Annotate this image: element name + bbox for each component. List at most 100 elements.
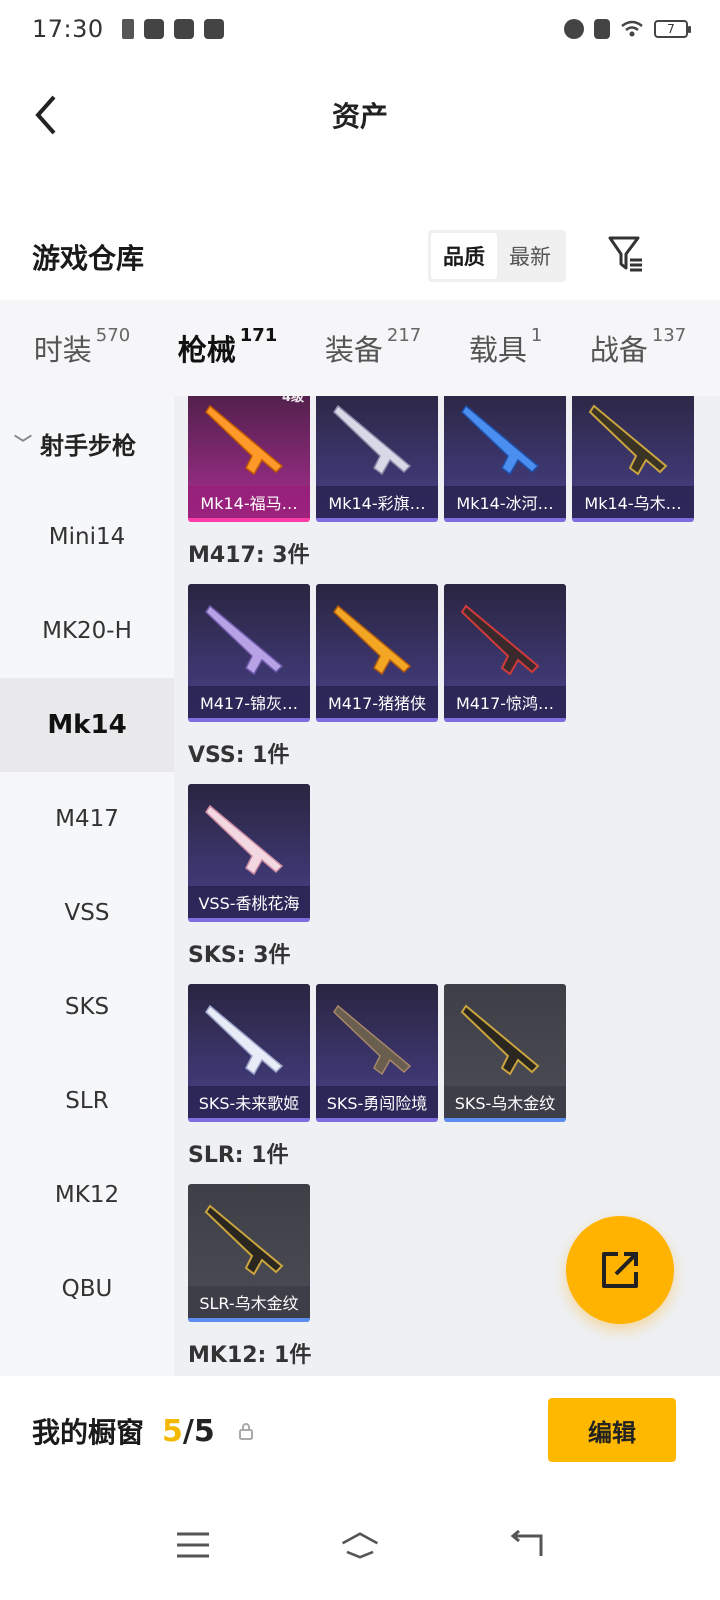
battery-icon: 7 [654, 20, 691, 38]
status-bar: 17:30 7 [0, 0, 720, 58]
share-fab-button[interactable] [566, 1216, 674, 1324]
filter-icon [608, 236, 642, 272]
item-card[interactable]: SKS-乌木金纹 [444, 984, 566, 1122]
menu-icon [177, 1532, 210, 1558]
rifle-icon [461, 404, 540, 476]
rifle-icon [204, 1204, 284, 1276]
tab-gear[interactable]: 战备 137 [589, 325, 687, 369]
tab-weapons[interactable]: 枪械 171 [177, 325, 278, 404]
rifle-icon [460, 604, 540, 676]
notification-icons [121, 19, 224, 39]
tab-equipment[interactable]: 装备 217 [324, 325, 422, 369]
sort-toggle: 品质 最新 [428, 230, 566, 282]
sort-quality-button[interactable]: 品质 [431, 233, 497, 279]
item-card[interactable]: VSS-香桃花海 [188, 784, 310, 922]
back-nav-button[interactable] [507, 1525, 547, 1565]
item-name: M417-猪猪侠 [316, 686, 438, 718]
subcategory-list: ﹀ 射手步枪 Mini14 MK20-H Mk14 M417 VSS SKS S… [0, 396, 174, 1376]
lock-icon [237, 1421, 255, 1441]
rifle-icon [333, 404, 412, 476]
rifle-icon [333, 1004, 412, 1076]
item-name: Mk14-福马… [188, 486, 310, 518]
tab-fashion[interactable]: 时装 570 [33, 325, 131, 369]
item-name: SKS-乌木金纹 [444, 1086, 566, 1118]
item-card[interactable]: Mk14-冰河… [444, 396, 566, 522]
warehouse-title: 游戏仓库 [32, 242, 145, 275]
subcategory-item[interactable]: VSS [0, 866, 174, 960]
item-card[interactable]: M417-惊鸿… [444, 584, 566, 722]
tab-label: 装备 [324, 333, 383, 367]
back-button[interactable] [26, 88, 66, 142]
item-card[interactable]: SKS-未来歌姬 [188, 984, 310, 1122]
chevron-left-icon [35, 95, 56, 135]
tab-label: 载具 [468, 333, 527, 367]
sks-grid: SKS-未来歌姬 SKS-勇闯险境 SKS-乌木金纹 [188, 984, 720, 1122]
subcategory-item[interactable]: Mini14 [0, 490, 174, 584]
subcategory-item[interactable]: MK12 [0, 1148, 174, 1242]
item-card[interactable]: SLR-乌木金纹 [188, 1184, 310, 1322]
alarm-icon [564, 19, 584, 39]
vss-grid: VSS-香桃花海 [188, 784, 720, 922]
menu-nav-button[interactable] [173, 1525, 213, 1565]
item-card[interactable]: Mk14-乌木… [572, 396, 694, 522]
subcategory-item[interactable]: M417 [0, 772, 174, 866]
section-label: SLR: 1件 [188, 1143, 289, 1168]
sort-newest-button[interactable]: 最新 [497, 233, 563, 279]
rifle-icon [588, 404, 668, 476]
tab-count: 171 [239, 325, 278, 346]
section-label: SKS: 3件 [188, 943, 291, 968]
item-name: SKS-勇闯险境 [316, 1086, 438, 1118]
item-name: Mk14-冰河… [444, 486, 566, 518]
home-icon [341, 1532, 379, 1559]
rifle-icon [205, 804, 284, 876]
subcategory-group-label: 射手步枪 [40, 431, 136, 460]
tab-count: 1 [530, 325, 543, 346]
item-card[interactable]: 4级 Mk14-福马… [188, 396, 310, 522]
section-label: VSS: 1件 [188, 743, 290, 768]
item-name: SLR-乌木金纹 [188, 1286, 310, 1318]
item-card[interactable]: M417-锦灰… [188, 584, 310, 722]
subcategory-group-header[interactable]: ﹀ 射手步枪 [0, 396, 174, 490]
edit-button[interactable]: 编辑 [548, 1398, 676, 1462]
item-card[interactable]: SKS-勇闯险境 [316, 984, 438, 1122]
item-name: M417-惊鸿… [444, 686, 566, 718]
tab-label: 枪械 [177, 333, 236, 367]
tab-label: 时装 [33, 333, 92, 367]
item-name: SKS-未来歌姬 [188, 1086, 310, 1118]
rifle-icon [205, 404, 284, 476]
subcategory-item[interactable]: MK20-H [0, 584, 174, 678]
subcategory-item-active[interactable]: Mk14 [0, 678, 174, 772]
m417-grid: M417-锦灰… M417-猪猪侠 M417-惊鸿… [188, 584, 720, 722]
chevron-down-icon: ﹀ [14, 434, 32, 455]
tab-vehicles[interactable]: 载具 1 [468, 325, 543, 369]
tab-count: 570 [95, 325, 131, 346]
warehouse-header: 游戏仓库 品质 最新 [0, 222, 720, 292]
filter-button[interactable] [604, 232, 648, 276]
section-label: MK12: 1件 [188, 1343, 312, 1368]
showcase-label: 我的橱窗 [32, 1416, 145, 1449]
subcategory-item[interactable]: SKS [0, 960, 174, 1054]
item-name: Mk14-乌木… [572, 486, 694, 518]
subcategory-item[interactable]: QBU [0, 1242, 174, 1336]
item-card[interactable]: M417-猪猪侠 [316, 584, 438, 722]
subcategory-item[interactable]: SLR [0, 1054, 174, 1148]
rifle-icon [205, 1004, 284, 1076]
item-card[interactable]: Mk14-彩旗… [316, 396, 438, 522]
app-icon [173, 19, 194, 39]
showcase-current: 5 [162, 1413, 183, 1449]
category-tabs: 时装 570 枪械 171 装备 217 载具 1 战备 137 [0, 300, 720, 404]
tab-label: 战备 [589, 333, 648, 367]
app-header: 资产 [0, 70, 720, 160]
tab-count: 217 [386, 325, 422, 346]
section-label: M417: 3件 [188, 543, 310, 568]
tab-count: 137 [651, 325, 687, 346]
status-time: 17:30 [32, 15, 104, 43]
system-icons: 7 [564, 19, 691, 39]
rifle-icon [205, 604, 284, 676]
battery-level: 7 [667, 22, 675, 36]
system-navigation [0, 1490, 720, 1600]
battery-saver-icon [121, 19, 134, 39]
home-nav-button[interactable] [340, 1525, 380, 1565]
page-title: 资产 [331, 100, 388, 133]
showcase-bar: 我的橱窗 5 / 5 编辑 [0, 1376, 720, 1486]
